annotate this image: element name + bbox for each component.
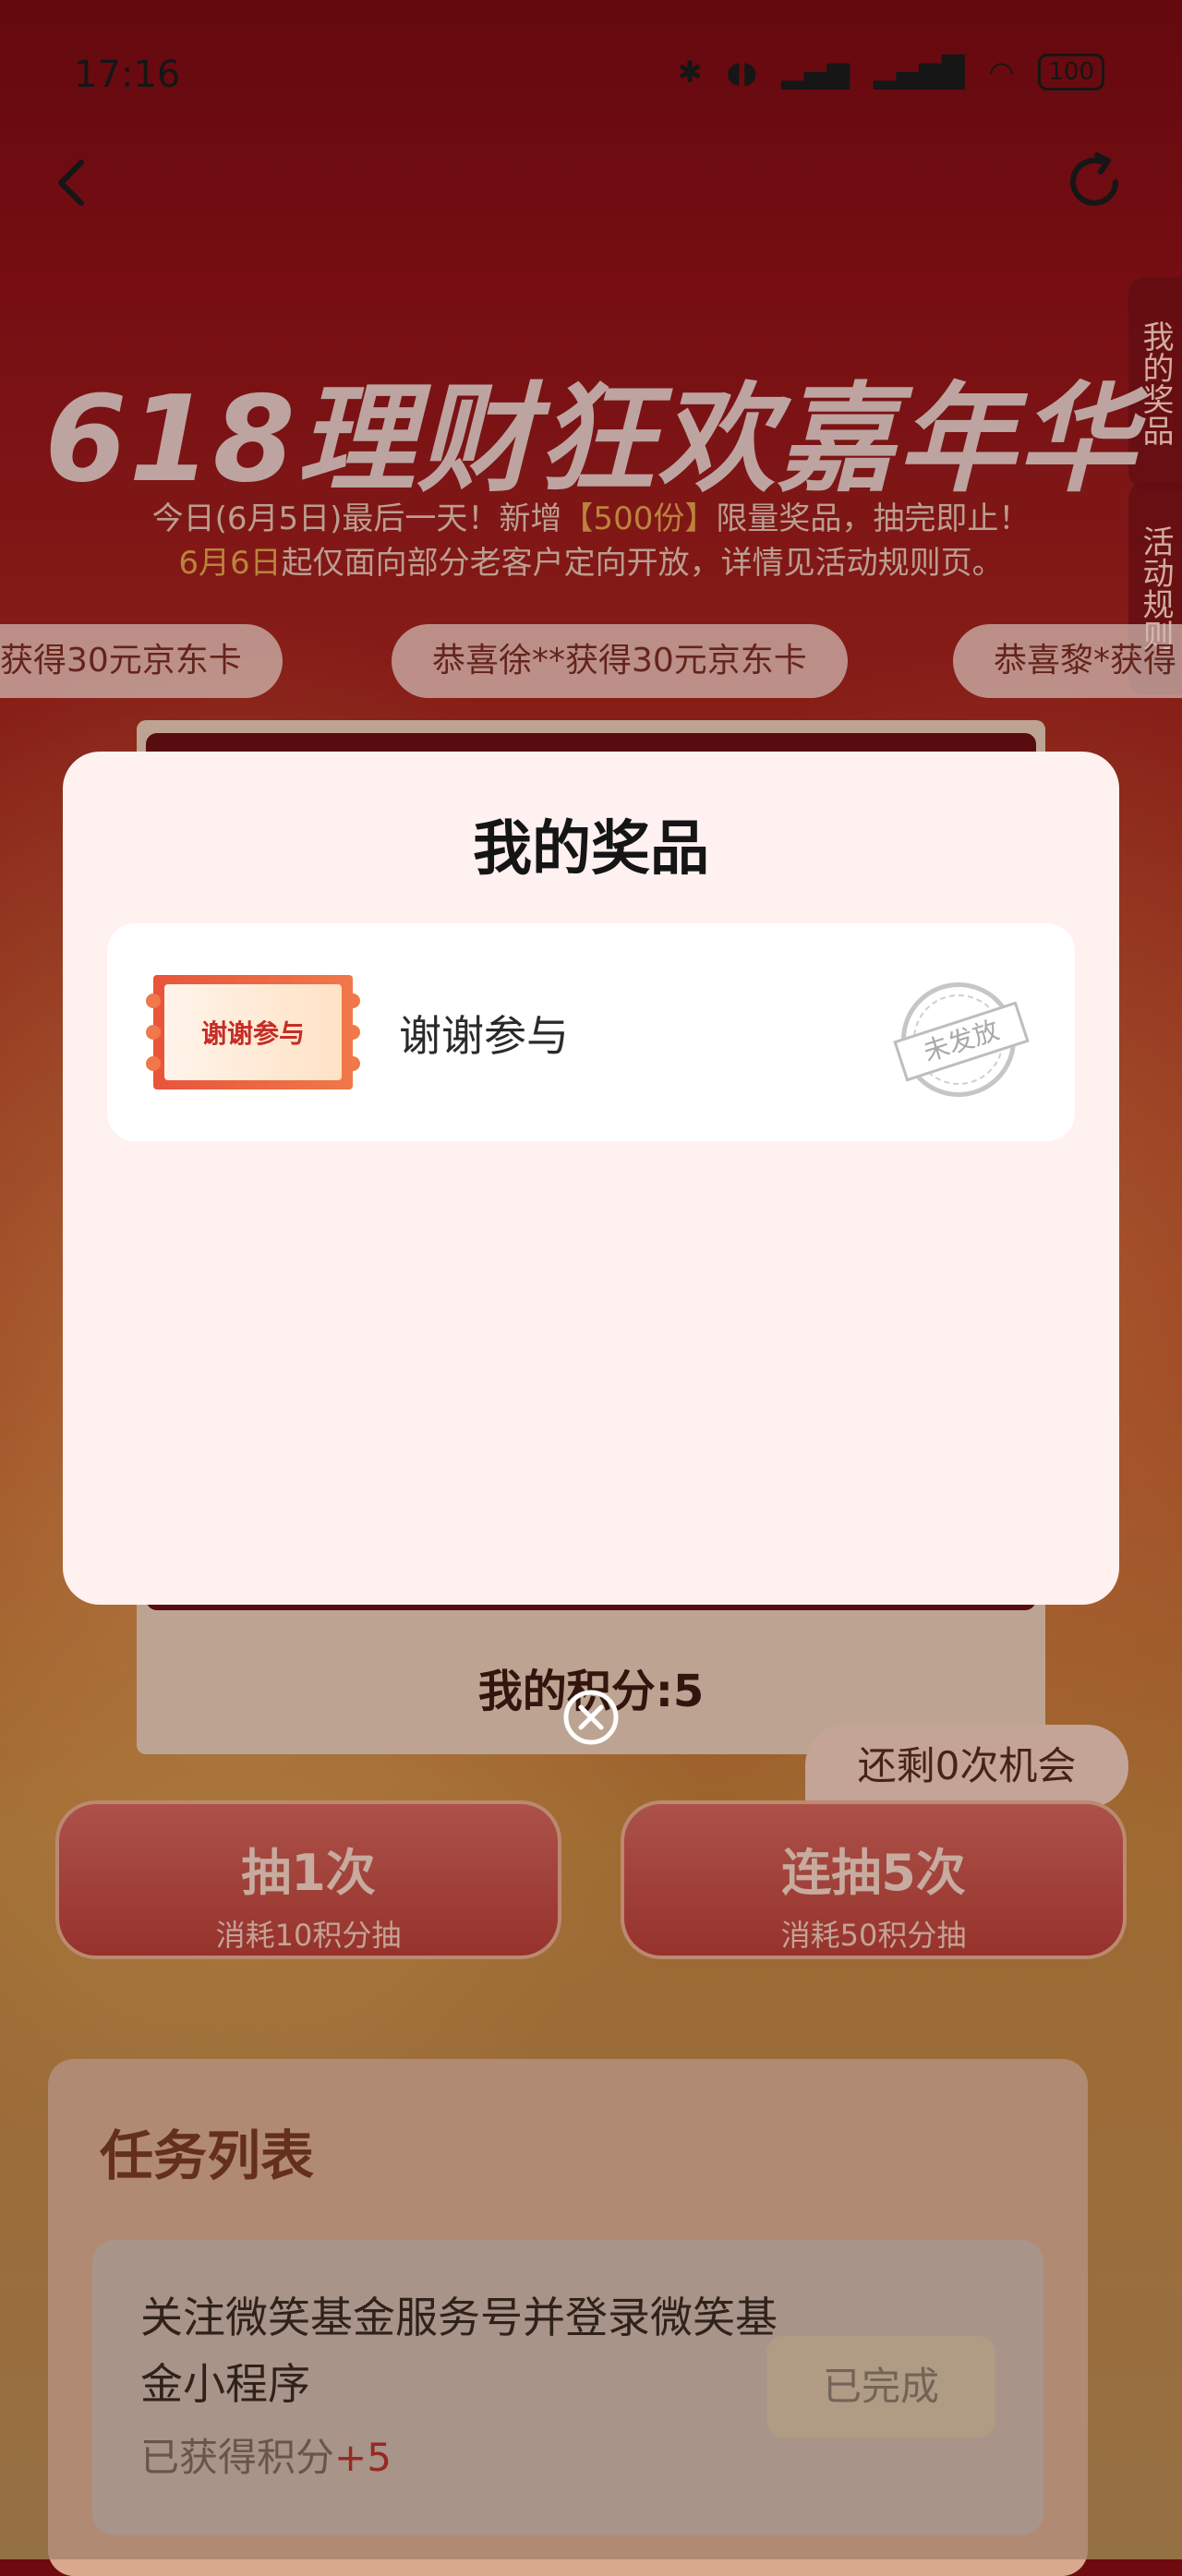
- ticket-notch: [146, 1056, 161, 1071]
- modal-title: 我的奖品: [473, 815, 709, 884]
- prize-item: 谢谢参与 谢谢参与 未发放: [107, 923, 1075, 1141]
- ticket-text: 谢谢参与: [164, 984, 342, 1080]
- ticket-notch: [146, 1025, 161, 1040]
- not-issued-stamp: 未发放: [893, 982, 1030, 1097]
- ticket-notch: [345, 1056, 360, 1071]
- prize-ticket-image: 谢谢参与: [146, 975, 360, 1089]
- prize-name: 谢谢参与: [399, 1011, 569, 1061]
- close-icon[interactable]: [561, 1688, 621, 1747]
- ticket-notch: [345, 1025, 360, 1040]
- ticket-notch: [345, 993, 360, 1008]
- ticket-notch: [146, 993, 161, 1008]
- my-prizes-modal: 我的奖品 谢谢参与 谢谢参与 未发放: [63, 752, 1119, 1605]
